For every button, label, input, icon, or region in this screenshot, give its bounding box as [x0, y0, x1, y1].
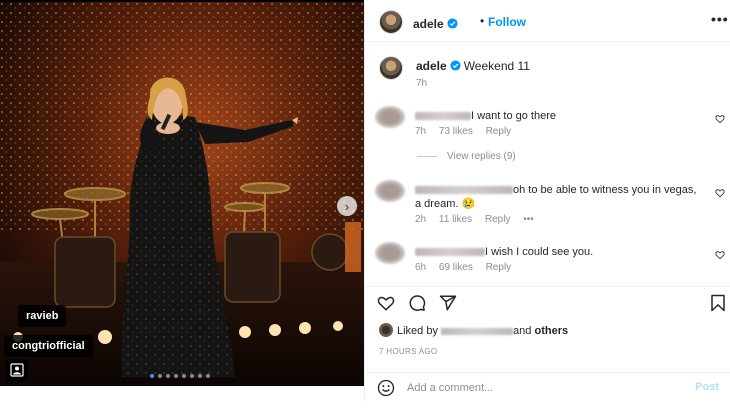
user-tag-icon [10, 363, 24, 377]
view-replies-button[interactable]: View replies (9) [417, 151, 516, 162]
carousel-dot [206, 374, 210, 378]
cropped-caption-strip: ​ [0, 402, 730, 414]
post-actions-bar [365, 286, 730, 316]
blurred-username [415, 112, 471, 121]
carousel-dot [150, 374, 154, 378]
blurred-username [415, 248, 485, 257]
carousel-dots [150, 374, 210, 378]
replies-line [417, 155, 437, 157]
comment-time: 2h [415, 214, 427, 225]
verified-badge-icon [447, 18, 458, 29]
view-replies-label: View replies (9) [447, 151, 516, 162]
user-tag-button[interactable] [6, 359, 28, 381]
commenter-avatar[interactable] [375, 242, 405, 264]
post-side-panel: adele • Follow ••• adele Weekend 11 7h I … [364, 2, 730, 402]
carousel-dot [182, 374, 186, 378]
comment-likes[interactable]: 11 likes [439, 214, 472, 225]
comment-likes[interactable]: 73 likes [439, 126, 473, 137]
comment-reply-button[interactable]: Reply [485, 214, 511, 225]
carousel-dot [174, 374, 178, 378]
comment-reply-button[interactable]: Reply [486, 126, 512, 137]
comment-text: I want to go there [471, 110, 556, 122]
comment-reply-button[interactable]: Reply [486, 262, 512, 273]
comment-text-row: oh to be able to witness you in vegas, a… [415, 183, 705, 211]
photo-tag-ravieb[interactable]: ravieb [18, 305, 67, 327]
follow-button[interactable]: Follow [488, 15, 526, 29]
caption-avatar[interactable] [379, 56, 403, 80]
comment-text: I wish I could see you. [485, 246, 594, 258]
comment-time: 6h [415, 262, 427, 273]
comment-meta: 7h 73 likes Reply [415, 126, 521, 137]
bookmark-icon[interactable] [710, 294, 726, 312]
comment-more-button[interactable]: ••• [523, 214, 534, 225]
caption-time: 7h [416, 78, 428, 89]
instagram-post-modal: ravieb congtriofficial › adele • Follow … [0, 0, 730, 402]
carousel-dot [166, 374, 170, 378]
liked-by-row: Liked by and others [379, 323, 568, 337]
comment-input[interactable] [407, 379, 677, 397]
commenter-avatar[interactable] [375, 180, 405, 202]
liker-avatar[interactable] [379, 323, 393, 337]
carousel-dot [190, 374, 194, 378]
add-comment-bar: Post [365, 372, 730, 402]
comment-item: oh to be able to witness you in vegas, a… [375, 180, 725, 230]
comment-icon[interactable] [408, 294, 426, 312]
comment-time: 7h [415, 126, 427, 137]
caption-username[interactable]: adele [416, 59, 447, 73]
comment-item: I want to go there 7h 73 likes Reply [375, 106, 725, 146]
like-heart-icon[interactable] [377, 294, 395, 312]
photo-tag-congtriofficial[interactable]: congtriofficial [4, 335, 93, 357]
post-comment-button[interactable]: Post [695, 381, 719, 393]
carousel-dot [198, 374, 202, 378]
chevron-right-icon: › [344, 198, 350, 214]
liked-by-others[interactable]: others [534, 325, 568, 337]
heart-icon[interactable] [715, 250, 725, 260]
caption-body: Weekend 11 [463, 59, 530, 73]
verified-badge-icon [450, 60, 461, 71]
next-photo-button[interactable]: › [337, 196, 357, 216]
emoji-icon[interactable] [377, 379, 395, 397]
caption-text: adele Weekend 11 [416, 59, 530, 73]
comment-meta: 2h 11 likes Reply ••• [415, 214, 544, 225]
separator-dot: • [480, 14, 485, 28]
heart-icon[interactable] [715, 188, 725, 198]
author-username[interactable]: adele [413, 17, 444, 31]
post-timestamp: 7 HOURS AGO [379, 347, 438, 356]
post-photo[interactable]: ravieb congtriofficial › [0, 2, 364, 386]
liked-by-and: and [513, 325, 532, 337]
post-caption: adele Weekend 11 7h [379, 56, 719, 90]
share-icon[interactable] [439, 294, 457, 312]
author-name-row: adele [413, 15, 458, 33]
concert-photo [0, 2, 364, 386]
commenter-avatar[interactable] [375, 106, 405, 128]
comment-item: I wish I could see you. 6h 69 likes Repl… [375, 242, 725, 282]
liked-by-prefix: Liked by [397, 325, 438, 337]
comment-meta: 6h 69 likes Reply [415, 262, 521, 273]
author-avatar[interactable] [379, 10, 403, 34]
carousel-dot [158, 374, 162, 378]
more-options-button[interactable]: ••• [711, 11, 729, 27]
post-header: adele • Follow ••• [365, 2, 730, 42]
blurred-username [415, 186, 513, 195]
comment-text-row: I wish I could see you. [415, 245, 593, 259]
comment-likes[interactable]: 69 likes [439, 262, 473, 273]
comment-text-row: I want to go there [415, 109, 556, 123]
heart-icon[interactable] [715, 114, 725, 124]
blurred-liker-username [441, 327, 514, 335]
